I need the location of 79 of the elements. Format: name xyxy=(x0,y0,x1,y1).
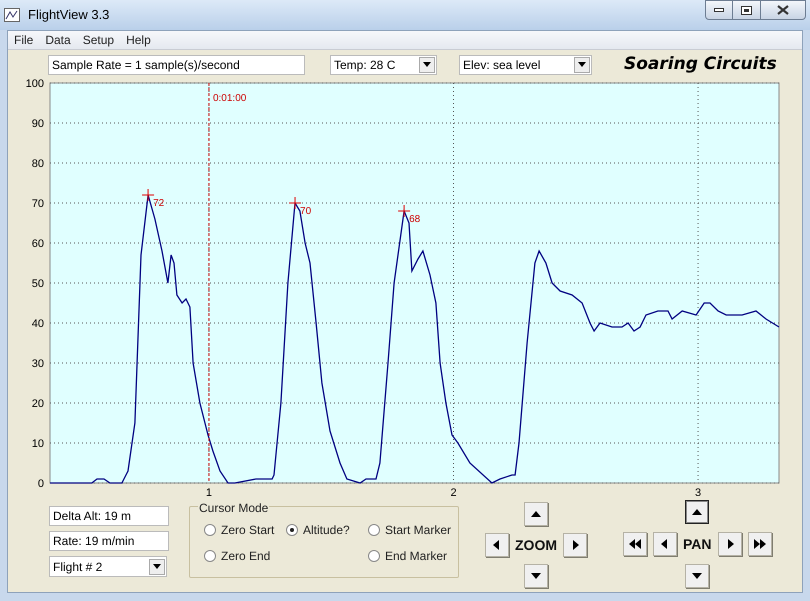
y-tick-label: 90 xyxy=(32,118,44,130)
x-tick-label: 1 xyxy=(206,487,212,496)
menu-item[interactable]: File xyxy=(8,31,40,49)
flight-dropdown[interactable]: Flight # 2 xyxy=(49,556,167,577)
radio-option[interactable]: Zero End xyxy=(204,547,286,565)
peak-value-label: 68 xyxy=(409,214,420,225)
y-tick-label: 10 xyxy=(32,438,44,450)
peak-value-label: 72 xyxy=(153,198,164,209)
y-tick-label: 50 xyxy=(32,278,44,290)
temperature-dropdown[interactable]: Temp: 28 C xyxy=(330,54,437,74)
x-tick-label: 3 xyxy=(695,487,702,496)
caret-icon xyxy=(578,62,586,67)
pan-left-button[interactable] xyxy=(653,532,677,556)
pan-up-button[interactable] xyxy=(685,500,710,524)
zoom-label: ZOOM xyxy=(515,536,557,554)
zoom-left-button[interactable] xyxy=(485,533,509,557)
dropdown-button[interactable] xyxy=(149,558,165,574)
radio-option[interactable]: Start Marker xyxy=(368,521,468,539)
radio-label: Start Marker xyxy=(385,522,452,539)
y-tick-label: 100 xyxy=(26,78,44,90)
menu-item[interactable]: Data xyxy=(39,31,77,49)
double-right-arrow-icon xyxy=(752,538,767,550)
radio-button[interactable] xyxy=(368,550,380,562)
window-title: FlightView 3.3 xyxy=(28,6,110,24)
cursor-time-label: 0:01:00 xyxy=(212,93,246,104)
zoom-right-button[interactable] xyxy=(563,533,587,557)
app-chart-icon xyxy=(4,8,20,22)
delta-alt-field[interactable]: Delta Alt: 19 m xyxy=(49,506,169,526)
close-icon xyxy=(777,5,789,15)
y-tick-label: 40 xyxy=(32,318,44,330)
radio-label: Altitude? xyxy=(303,522,350,539)
zoom-down-button[interactable] xyxy=(524,564,548,588)
caret-icon xyxy=(153,564,161,569)
flight-value: Flight # 2 xyxy=(53,558,102,576)
y-tick-label: 80 xyxy=(32,158,44,170)
radio-label: End Marker xyxy=(385,548,448,565)
minimize-button[interactable] xyxy=(705,0,733,20)
zoom-up-button[interactable] xyxy=(524,502,548,526)
x-tick-label: 2 xyxy=(450,487,457,496)
y-tick-label: 60 xyxy=(32,238,44,250)
pan-right-button[interactable] xyxy=(718,532,742,556)
sample-rate-field[interactable]: Sample Rate = 1 sample(s)/second xyxy=(48,54,305,74)
pan-far-right-button[interactable] xyxy=(748,532,772,556)
radio-button[interactable] xyxy=(204,550,216,562)
y-tick-label: 70 xyxy=(32,198,44,210)
dropdown-button[interactable] xyxy=(574,56,590,72)
pan-label: PAN xyxy=(683,534,712,554)
caret-icon xyxy=(423,62,431,67)
radio-button[interactable] xyxy=(204,524,216,536)
menu-item[interactable]: Setup xyxy=(76,31,120,49)
elevation-value: Elev: sea level xyxy=(463,56,540,74)
radio-button[interactable] xyxy=(286,524,298,536)
double-left-arrow-icon xyxy=(628,538,642,550)
dropdown-button[interactable] xyxy=(419,56,435,72)
cursor-line[interactable] xyxy=(208,82,210,484)
y-tick-label: 20 xyxy=(32,398,44,410)
radio-option[interactable]: Altitude? xyxy=(286,521,368,539)
pan-down-button[interactable] xyxy=(685,564,710,588)
close-button[interactable] xyxy=(760,0,806,20)
maximize-button[interactable] xyxy=(733,0,760,20)
rate-field[interactable]: Rate: 19 m/min xyxy=(49,531,169,551)
elevation-dropdown[interactable]: Elev: sea level xyxy=(459,54,592,74)
menu-item[interactable]: Help xyxy=(120,31,157,49)
pan-far-left-button[interactable] xyxy=(623,532,647,556)
minimize-icon xyxy=(714,8,724,12)
peak-marker-icon xyxy=(288,196,302,210)
temperature-value: Temp: 28 C xyxy=(334,56,396,74)
peak-value-label: 70 xyxy=(300,206,312,217)
peak-marker-icon xyxy=(398,204,411,218)
y-tick-label: 0 xyxy=(38,478,44,490)
peak-marker-icon xyxy=(142,188,155,202)
y-tick-label: 30 xyxy=(32,358,44,370)
brand-logo-text: Soaring Circuits xyxy=(624,52,777,76)
maximize-icon xyxy=(741,6,752,14)
radio-label: Zero End xyxy=(221,548,270,565)
radio-option[interactable]: End Marker xyxy=(368,547,468,565)
radio-button[interactable] xyxy=(368,524,380,536)
radio-label: Zero Start xyxy=(221,522,274,539)
radio-option[interactable]: Zero Start xyxy=(204,521,286,539)
